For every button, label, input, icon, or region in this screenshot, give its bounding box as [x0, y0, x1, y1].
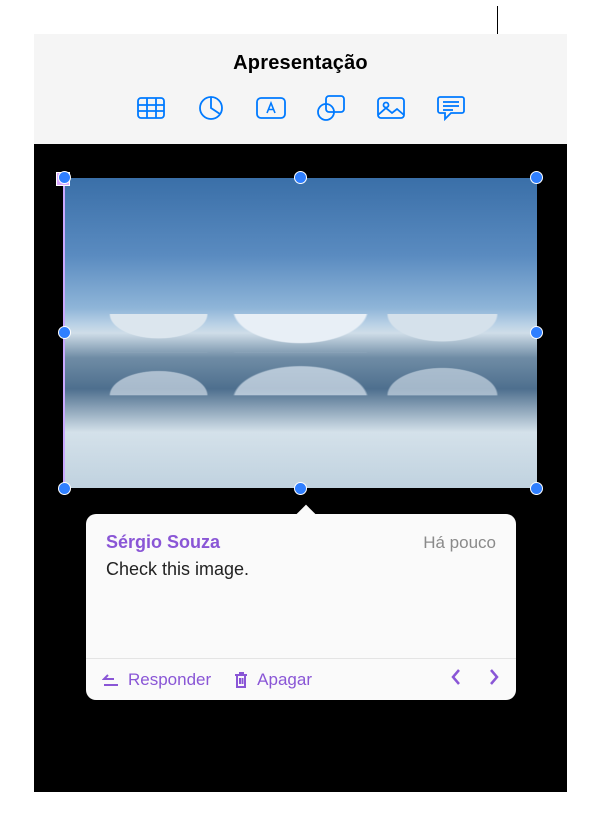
resize-handle-s[interactable]	[294, 482, 307, 495]
resize-handle-se[interactable]	[530, 482, 543, 495]
resize-handle-w[interactable]	[58, 326, 71, 339]
comment-time: Há pouco	[423, 533, 496, 553]
media-icon[interactable]	[376, 93, 406, 123]
slide-canvas[interactable]: Sérgio Souza Há pouco Check this image. …	[34, 144, 567, 792]
resize-handle-nw[interactable]	[58, 171, 71, 184]
image-content	[64, 352, 537, 395]
reply-button[interactable]: Responder	[102, 670, 211, 690]
popover-body: Sérgio Souza Há pouco Check this image.	[86, 514, 516, 658]
table-icon[interactable]	[136, 93, 166, 123]
comment-text: Check this image.	[106, 559, 496, 580]
comment-icon[interactable]	[436, 93, 466, 123]
text-icon[interactable]	[256, 93, 286, 123]
comment-popover: Sérgio Souza Há pouco Check this image. …	[86, 514, 516, 700]
header-bar: Apresentação	[34, 34, 567, 144]
resize-handle-e[interactable]	[530, 326, 543, 339]
page-title: Apresentação	[233, 52, 368, 75]
comment-author: Sérgio Souza	[106, 532, 220, 553]
comment-nav	[450, 668, 500, 691]
app-window: Apresentação	[34, 34, 567, 792]
popover-arrow	[296, 504, 316, 516]
resize-handle-ne[interactable]	[530, 171, 543, 184]
delete-label: Apagar	[257, 670, 312, 690]
resize-handle-sw[interactable]	[58, 482, 71, 495]
toolbar	[136, 93, 466, 123]
next-comment-button[interactable]	[488, 668, 500, 691]
prev-comment-button[interactable]	[450, 668, 462, 691]
popover-footer: Responder Apagar	[86, 658, 516, 700]
resize-handle-n[interactable]	[294, 171, 307, 184]
reply-label: Responder	[128, 670, 211, 690]
shape-icon[interactable]	[316, 93, 346, 123]
delete-button[interactable]: Apagar	[233, 670, 312, 690]
chart-icon[interactable]	[196, 93, 226, 123]
selected-image[interactable]	[64, 178, 537, 488]
